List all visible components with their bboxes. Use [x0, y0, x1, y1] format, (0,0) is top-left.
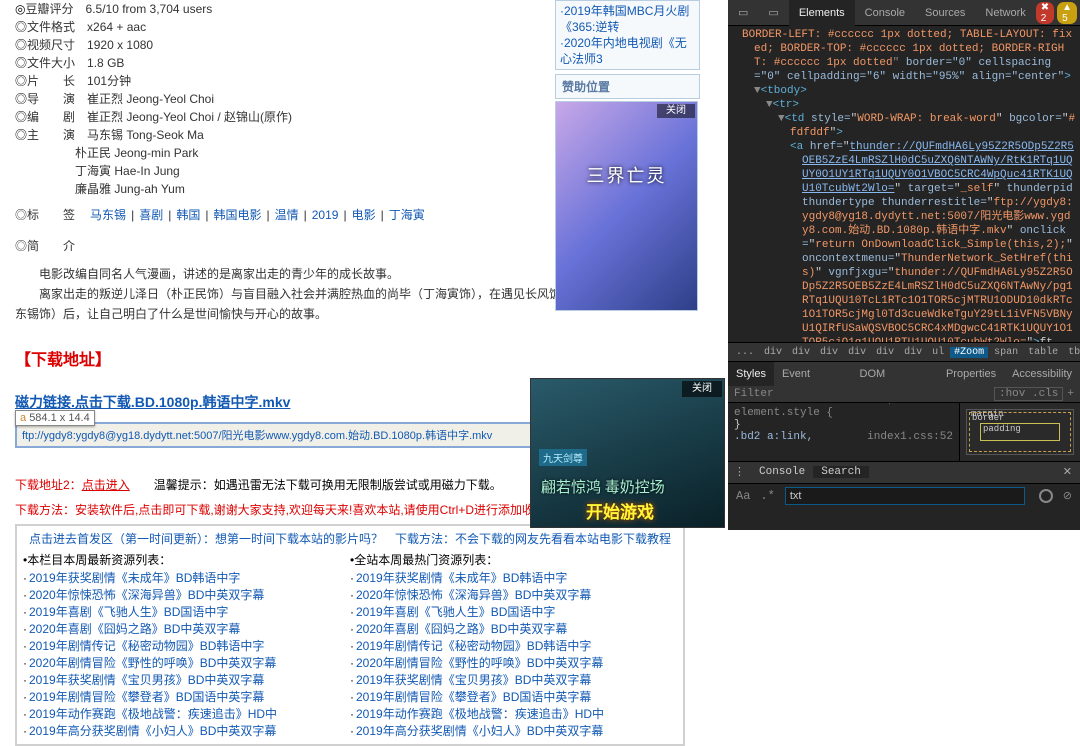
col2-head: •全站本周最热门资源列表： [350, 551, 677, 568]
tab-eventlisteners[interactable]: Event Listeners [774, 362, 852, 386]
game-tag: 九天剑尊 [539, 449, 587, 466]
list-item-link[interactable]: 2020年喜剧《囧妈之路》BD中英双字幕 [29, 622, 240, 636]
list-item-link[interactable]: 2020年剧情冒险《野性的呼唤》BD中英双字幕 [29, 656, 276, 670]
tab-sources[interactable]: Sources [915, 0, 975, 26]
crumb-item[interactable]: table [1024, 347, 1062, 358]
tab-properties[interactable]: Properties [938, 362, 1004, 386]
tag-link[interactable]: 韩国电影 [213, 208, 261, 222]
sponsor-heading: 赞助位置 [555, 74, 700, 99]
tag-link[interactable]: 喜剧 [139, 208, 163, 222]
tag-link[interactable]: 韩国 [176, 208, 200, 222]
list-item-link[interactable]: 2019年高分获奖剧情《小妇人》BD中英双字幕 [29, 724, 276, 738]
tab-console[interactable]: Console [855, 0, 915, 26]
search-input[interactable] [785, 487, 1025, 505]
floating-game-ad[interactable]: 关闭 九天剑尊 翩若惊鸿 毒奶控场 开始游戏 [530, 378, 725, 528]
sponsor-banner[interactable]: 关闭 三界亡灵 [555, 101, 698, 311]
crumb-item[interactable]: div [872, 347, 898, 358]
hov-toggle[interactable]: :hov .cls [994, 387, 1063, 401]
devtools-tabs: ▭ ▭ Elements Console Sources Network ✖ 2… [728, 0, 1080, 26]
crumb-item[interactable]: div [900, 347, 926, 358]
crumb-item[interactable]: div [760, 347, 786, 358]
crumb-item[interactable]: tbody [1064, 347, 1080, 358]
tag-link[interactable]: 2019 [312, 208, 339, 222]
inspect-icon[interactable]: ▭ [728, 0, 758, 26]
crumb-item[interactable]: ul [928, 347, 948, 358]
tag-link[interactable]: 电影 [352, 208, 376, 222]
side-column: ·2019年韩国MBC月火剧《365:逆转·2020年内地电视剧《无心法师3 赞… [555, 0, 700, 311]
crumb-item[interactable]: ... [732, 347, 758, 358]
clear-icon[interactable]: ⊘ [1063, 489, 1072, 503]
crumb-item[interactable]: div [816, 347, 842, 358]
tab-elements[interactable]: Elements [789, 0, 855, 26]
drawer-more-icon[interactable]: ⋮ [728, 465, 751, 479]
error-badge[interactable]: ✖ 2 [1036, 2, 1054, 24]
refresh-icon[interactable] [1039, 489, 1053, 503]
close-drawer-icon[interactable]: ✕ [1055, 465, 1080, 479]
list-item-link[interactable]: 2019年高分获奖剧情《小妇人》BD中英双字幕 [356, 724, 603, 738]
magnet-link[interactable]: 磁力链接.点击下载.BD.1080p.韩语中字.mkv [15, 394, 290, 410]
list-item-link[interactable]: 2019年喜剧《飞驰人生》BD国语中字 [29, 605, 228, 619]
device-icon[interactable]: ▭ [758, 0, 788, 26]
match-case-toggle[interactable]: Aa [736, 489, 750, 503]
list-item-link[interactable]: 2019年动作赛跑《极地战警：疾速追击》HD中 [356, 707, 604, 721]
col2-list: 2019年获奖剧情《未成年》BD韩语中字 2020年惊悚恐怖《深海异兽》BD中英双… [350, 570, 677, 740]
banner-text: 三界亡灵 [556, 162, 697, 188]
box-model: margin border padding [960, 403, 1080, 461]
rec-link-1[interactable]: ·2019年韩国MBC月火剧《365:逆转 [560, 3, 695, 35]
tab-styles[interactable]: Styles [728, 362, 774, 386]
warn-badge[interactable]: ▲ 5 [1057, 2, 1077, 24]
drawer-console[interactable]: Console [751, 466, 813, 478]
list-item-link[interactable]: 2019年获奖剧情《未成年》BD韩语中字 [356, 571, 567, 585]
list-item-link[interactable]: 2019年剧情传记《秘密动物园》BD韩语中字 [356, 639, 591, 653]
list-item-link[interactable]: 2019年获奖剧情《宝贝男孩》BD中英双字幕 [29, 673, 264, 687]
tab-accessibility[interactable]: Accessibility [1004, 362, 1080, 386]
close-icon[interactable]: 关闭 [657, 104, 695, 118]
start-game-button[interactable]: 开始游戏 [586, 498, 654, 523]
list-item-link[interactable]: 2019年剧情冒险《攀登者》BD国语中英字幕 [29, 690, 264, 704]
crumb-item[interactable]: div [788, 347, 814, 358]
tab-dombp[interactable]: DOM Breakpoints [852, 362, 938, 386]
bottom-lists-box: 点击进去首发区（第一时间更新）：想第一时间下载本站的影片吗？ 下载方法：不会下载… [15, 524, 685, 746]
list-item-link[interactable]: 2019年剧情传记《秘密动物园》BD韩语中字 [29, 639, 264, 653]
link-tooltip: a 584.1 x 14.4 [15, 410, 95, 426]
drawer-search[interactable]: Search [813, 466, 869, 478]
regex-toggle[interactable]: .* [760, 489, 774, 503]
game-tagline: 翩若惊鸿 毒奶控场 [541, 476, 665, 497]
devtools-panel: ▭ ▭ Elements Console Sources Network ✖ 2… [728, 0, 1080, 530]
tag-link[interactable]: 温情 [275, 208, 299, 222]
head-link-a[interactable]: 点击进去首发区（第一时间更新）：想第一时间下载本站的影片吗？ [29, 532, 383, 546]
list-item-link[interactable]: 2020年喜剧《囧妈之路》BD中英双字幕 [356, 622, 567, 636]
list-item-link[interactable]: 2020年惊悚恐怖《深海异兽》BD中英双字幕 [29, 588, 264, 602]
close-icon[interactable]: 关闭 [682, 381, 722, 397]
filter-input[interactable]: Filter [734, 388, 774, 400]
head-link-b[interactable]: 下载方法：不会下载的网友先看看本站电影下载教程 [395, 532, 671, 546]
crumb-item[interactable]: #Zoom [950, 347, 988, 358]
tab-network[interactable]: Network [975, 0, 1035, 26]
list-item-link[interactable]: 2019年剧情冒险《攀登者》BD国语中英字幕 [356, 690, 591, 704]
list-item-link[interactable]: 2019年喜剧《飞驰人生》BD国语中字 [356, 605, 555, 619]
tag-link[interactable]: 马东锡 [90, 208, 126, 222]
add-rule-icon[interactable]: + [1067, 388, 1074, 400]
download-heading: 【下载地址】 [15, 346, 685, 370]
alt-download-link[interactable]: 点击进入 [82, 478, 130, 492]
list-item-link[interactable]: 2020年剧情冒险《野性的呼唤》BD中英双字幕 [356, 656, 603, 670]
list-item-link[interactable]: 2019年获奖剧情《宝贝男孩》BD中英双字幕 [356, 673, 591, 687]
styles-pane[interactable]: element.style { } .bd2 a:link, index1.cs… [728, 403, 960, 461]
list-item-link[interactable]: 2019年获奖剧情《未成年》BD韩语中字 [29, 571, 240, 585]
list-item-link[interactable]: 2019年动作赛跑《极地战警：疾速追击》HD中 [29, 707, 277, 721]
col1-head: •本栏目本周最新资源列表： [23, 551, 350, 568]
crumb-item[interactable]: span [990, 347, 1022, 358]
crumb-item[interactable]: div [844, 347, 870, 358]
rating-label: 豆瓣评分 [25, 0, 73, 18]
breadcrumb[interactable]: ...divdivdivdivdivdivul#Zoomspantabletbo… [728, 342, 1080, 362]
styles-tabs: Styles Event Listeners DOM Breakpoints P… [728, 362, 1080, 386]
list-item-link[interactable]: 2020年惊悚恐怖《深海异兽》BD中英双字幕 [356, 588, 591, 602]
tag-link[interactable]: 丁海寅 [389, 208, 425, 222]
rec-link-2[interactable]: ·2020年内地电视剧《无心法师3 [560, 35, 695, 67]
elements-tree[interactable]: BORDER-LEFT: #cccccc 1px dotted; TABLE-L… [728, 26, 1080, 342]
rating-value: 6.5/10 from 3,704 users [86, 2, 213, 16]
col1-list: 2019年获奖剧情《未成年》BD韩语中字 2020年惊悚恐怖《深海异兽》BD中英双… [23, 570, 350, 740]
